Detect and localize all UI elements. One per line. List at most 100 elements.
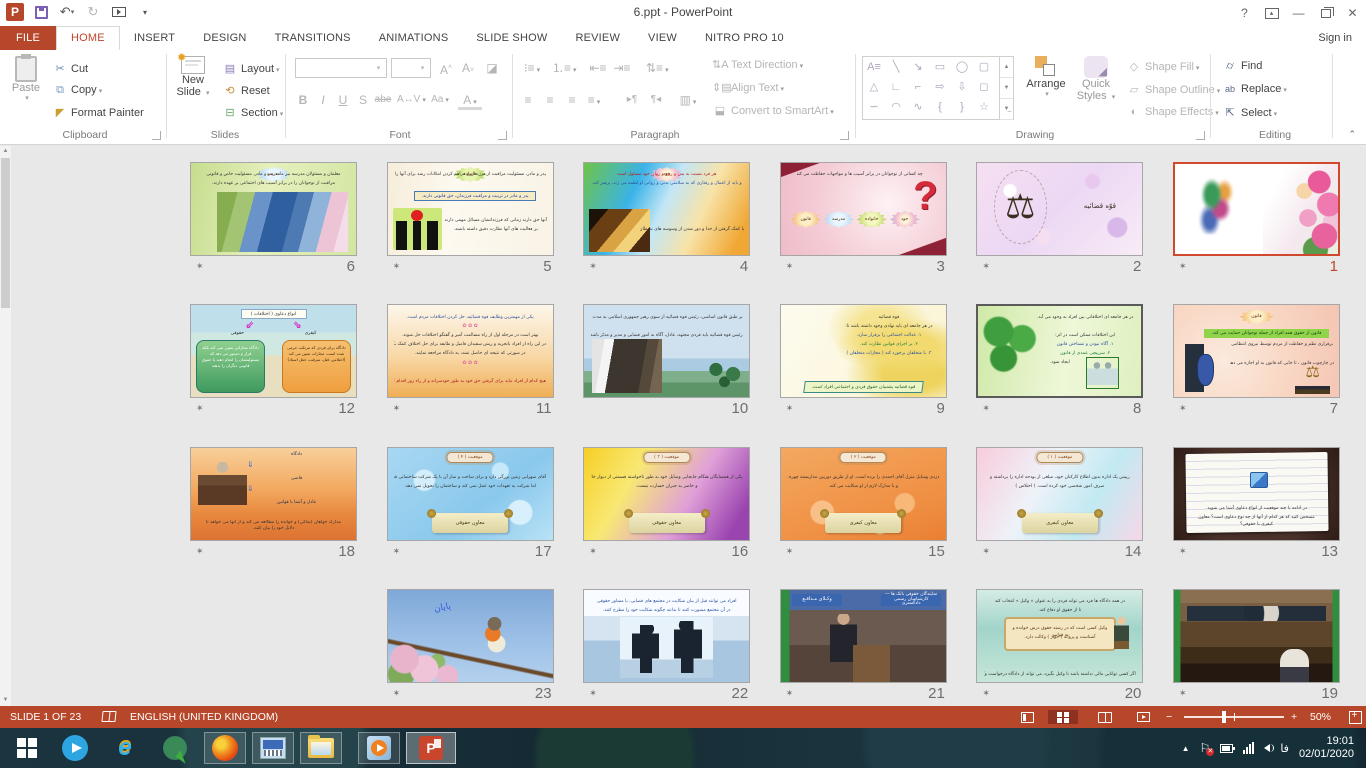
animation-star-icon[interactable]: ✶ <box>1179 546 1187 557</box>
animation-star-icon[interactable]: ✶ <box>786 403 794 414</box>
animation-star-icon[interactable]: ✶ <box>196 261 204 272</box>
increase-indent-button[interactable]: ⇥≡ <box>612 58 632 78</box>
animation-star-icon[interactable]: ✶ <box>393 688 401 699</box>
animation-star-icon[interactable]: ✶ <box>589 546 597 557</box>
animation-star-icon[interactable]: ✶ <box>982 688 990 699</box>
bold-button[interactable]: B <box>293 90 313 110</box>
change-case-button[interactable]: Aa▾ <box>428 90 452 110</box>
animation-star-icon[interactable]: ✶ <box>982 261 990 272</box>
align-left-button[interactable]: ≡ <box>518 90 538 110</box>
scroll-down-arrow[interactable]: ▼ <box>0 695 11 706</box>
slide-thumbnail-22[interactable]: افراد می توانند قبل از بیان شکایت در مجت… <box>583 589 750 683</box>
language-indicator[interactable]: ENGLISH (UNITED KINGDOM) <box>130 706 278 728</box>
increase-font-button[interactable]: A˄ <box>436 58 456 78</box>
quick-styles-button[interactable]: ◢ QuickStyles ▾ <box>1074 56 1118 102</box>
slide-thumbnail-2[interactable]: ⚖قوّه قضائیه <box>976 162 1143 256</box>
drawing-dialog-launcher[interactable] <box>1196 131 1205 140</box>
slide-thumbnail-6[interactable]: مدرسهمعلمان و مسئولان مدرسه نیز مانند پد… <box>190 162 357 256</box>
slide-thumbnail-13[interactable]: در ادامه با چند موقعیت از انواع دعاوی آش… <box>1173 447 1340 541</box>
tab-view[interactable]: VIEW <box>634 26 691 50</box>
keyboard-language-indicator[interactable]: فا <box>1280 742 1289 755</box>
replace-button[interactable]: abReplace▾ <box>1222 83 1287 95</box>
cut-button[interactable]: ✂Cut <box>52 62 88 75</box>
zoom-slider-thumb[interactable] <box>1222 711 1226 723</box>
find-button[interactable]: ⌭Find <box>1222 60 1262 73</box>
zoom-slider[interactable] <box>1184 716 1284 718</box>
action-center-flag-icon[interactable]: ⚐ <box>1200 741 1211 755</box>
slide-thumbnail-15[interactable]: موقعیت ( ۲ )دزدی وسایل منزل آقای احمدی ر… <box>780 447 947 541</box>
slide-thumbnail-1[interactable] <box>1173 162 1340 256</box>
fit-slide-button[interactable] <box>1340 710 1366 724</box>
select-button[interactable]: ⇱Select▾ <box>1222 106 1277 119</box>
convert-smartart-button[interactable]: ⬓Convert to SmartArt▾ <box>712 104 834 117</box>
rtl-direction-button[interactable]: ¶◂ <box>646 90 666 110</box>
start-button[interactable] <box>6 732 48 764</box>
zoom-level[interactable]: 50% <box>1310 706 1331 728</box>
volume-icon[interactable] <box>1264 744 1270 752</box>
numbering-button[interactable]: ⒈≡▾ <box>552 58 572 78</box>
decrease-font-button[interactable]: A˅ <box>458 58 478 78</box>
arrange-button[interactable]: Arrange▾ <box>1022 56 1070 98</box>
tab-review[interactable]: REVIEW <box>561 26 634 50</box>
slide-thumbnail-20[interactable]: در همه دادگاه ها فرد می تواند فردی را به… <box>976 589 1143 683</box>
help-button[interactable]: ? <box>1231 0 1258 26</box>
clipboard-dialog-launcher[interactable] <box>152 131 161 140</box>
clear-formatting-button[interactable]: ◪ <box>482 58 502 78</box>
shapes-gallery[interactable]: A≡╲↘▭◯▢ △∟⌐⇨⇩◻ ∽◠∿{}☆ ▲▼▼̲ <box>862 56 1014 120</box>
layout-button[interactable]: ▤Layout▾ <box>222 62 280 75</box>
paragraph-dialog-launcher[interactable] <box>840 131 849 140</box>
format-painter-button[interactable]: ◤Format Painter <box>52 106 144 119</box>
slide-thumbnail-21[interactable]: وکـلای مـدافـعنمایندگان حقوقی بانک ها — … <box>780 589 947 683</box>
align-center-button[interactable]: ≡ <box>540 90 560 110</box>
zoom-out-button[interactable]: − <box>1166 706 1172 728</box>
tab-insert[interactable]: INSERT <box>120 26 189 50</box>
slide-thumbnail-16[interactable]: موقعیت ( ۳ )یکی از همسایگان هنگام جابجای… <box>583 447 750 541</box>
scroll-up-arrow[interactable]: ▲ <box>0 146 11 157</box>
slide-thumbnail-12[interactable]: انواع دعاوی ( اختلافات )⇙⇘حقوقیکیفریدادگ… <box>190 304 357 398</box>
ribbon-display-options-button[interactable]: ▴ <box>1258 0 1285 26</box>
slide-thumbnail-9[interactable]: قوه قضائیهدر هر جامعه ای باید نهادی وجود… <box>780 304 947 398</box>
animation-star-icon[interactable]: ✶ <box>393 261 401 272</box>
minimize-button[interactable]: — <box>1285 0 1312 26</box>
media-player-icon[interactable] <box>358 732 400 764</box>
file-explorer-icon[interactable] <box>300 732 342 764</box>
paste-button[interactable]: Paste▾ <box>8 56 44 102</box>
scrollbar-thumb[interactable] <box>1 158 10 308</box>
tab-home[interactable]: HOME <box>56 26 120 50</box>
animation-star-icon[interactable]: ✶ <box>196 403 204 414</box>
zoom-in-button[interactable]: + <box>1291 706 1297 728</box>
slide-thumbnail-3[interactable]: چه کسانی از نوجوانان در برابر آسیب ها و … <box>780 162 947 256</box>
battery-icon[interactable] <box>1220 744 1233 753</box>
slide-thumbnail-11[interactable]: یکی از مهمترین وظایف قوه قضائیه، حل کردن… <box>387 304 554 398</box>
copy-button[interactable]: ⧉Copy▾ <box>52 84 102 97</box>
tab-slideshow[interactable]: SLIDE SHOW <box>462 26 561 50</box>
shape-effects-button[interactable]: ◐Shape Effects▾ <box>1126 106 1219 118</box>
italic-button[interactable]: I <box>313 90 333 110</box>
tab-nitro-pro[interactable]: NITRO PRO 10 <box>691 26 798 50</box>
tab-file[interactable]: FILE <box>0 26 56 50</box>
align-text-button[interactable]: ⇕▤Align Text▾ <box>712 81 784 94</box>
new-slide-button[interactable]: ✹ New Slide ▾ <box>172 56 214 98</box>
sign-in-link[interactable]: Sign in <box>1318 26 1352 50</box>
section-button[interactable]: ⊟Section▾ <box>222 106 283 119</box>
animation-star-icon[interactable]: ✶ <box>786 261 794 272</box>
animation-star-icon[interactable]: ✶ <box>393 546 401 557</box>
animation-star-icon[interactable]: ✶ <box>1179 688 1187 699</box>
firefox-icon[interactable] <box>204 732 246 764</box>
slide-thumbnail-17[interactable]: موقعیت ( ۴ )آقای سهرابی زمین بزرگی دارد … <box>387 447 554 541</box>
slide-thumbnail-14[interactable]: موقعیت ( ۱ )رییس یک اداره بدون اطلاع کار… <box>976 447 1143 541</box>
font-size-combo[interactable]: ▾ <box>391 58 431 78</box>
strikethrough-button[interactable]: abe <box>373 90 393 110</box>
slide-thumbnail-5[interactable]: خانوادهپدر و مادر، مسئولیت مراقبت از فرز… <box>387 162 554 256</box>
animation-star-icon[interactable]: ✶ <box>393 403 401 414</box>
collapse-ribbon-button[interactable]: ⌃ <box>1348 129 1356 140</box>
font-dialog-launcher[interactable] <box>498 131 507 140</box>
onscreen-keyboard-icon[interactable] <box>252 732 294 764</box>
animation-star-icon[interactable]: ✶ <box>982 403 990 414</box>
reading-view-button[interactable] <box>1090 710 1120 724</box>
columns-button[interactable]: ▥▾ <box>678 90 698 110</box>
clock[interactable]: 19:01 02/01/2020 <box>1299 735 1358 761</box>
line-spacing-button[interactable]: ⇅≡▾ <box>646 58 666 78</box>
idm-icon[interactable] <box>154 732 196 764</box>
internet-explorer-icon[interactable]: e <box>104 732 146 764</box>
